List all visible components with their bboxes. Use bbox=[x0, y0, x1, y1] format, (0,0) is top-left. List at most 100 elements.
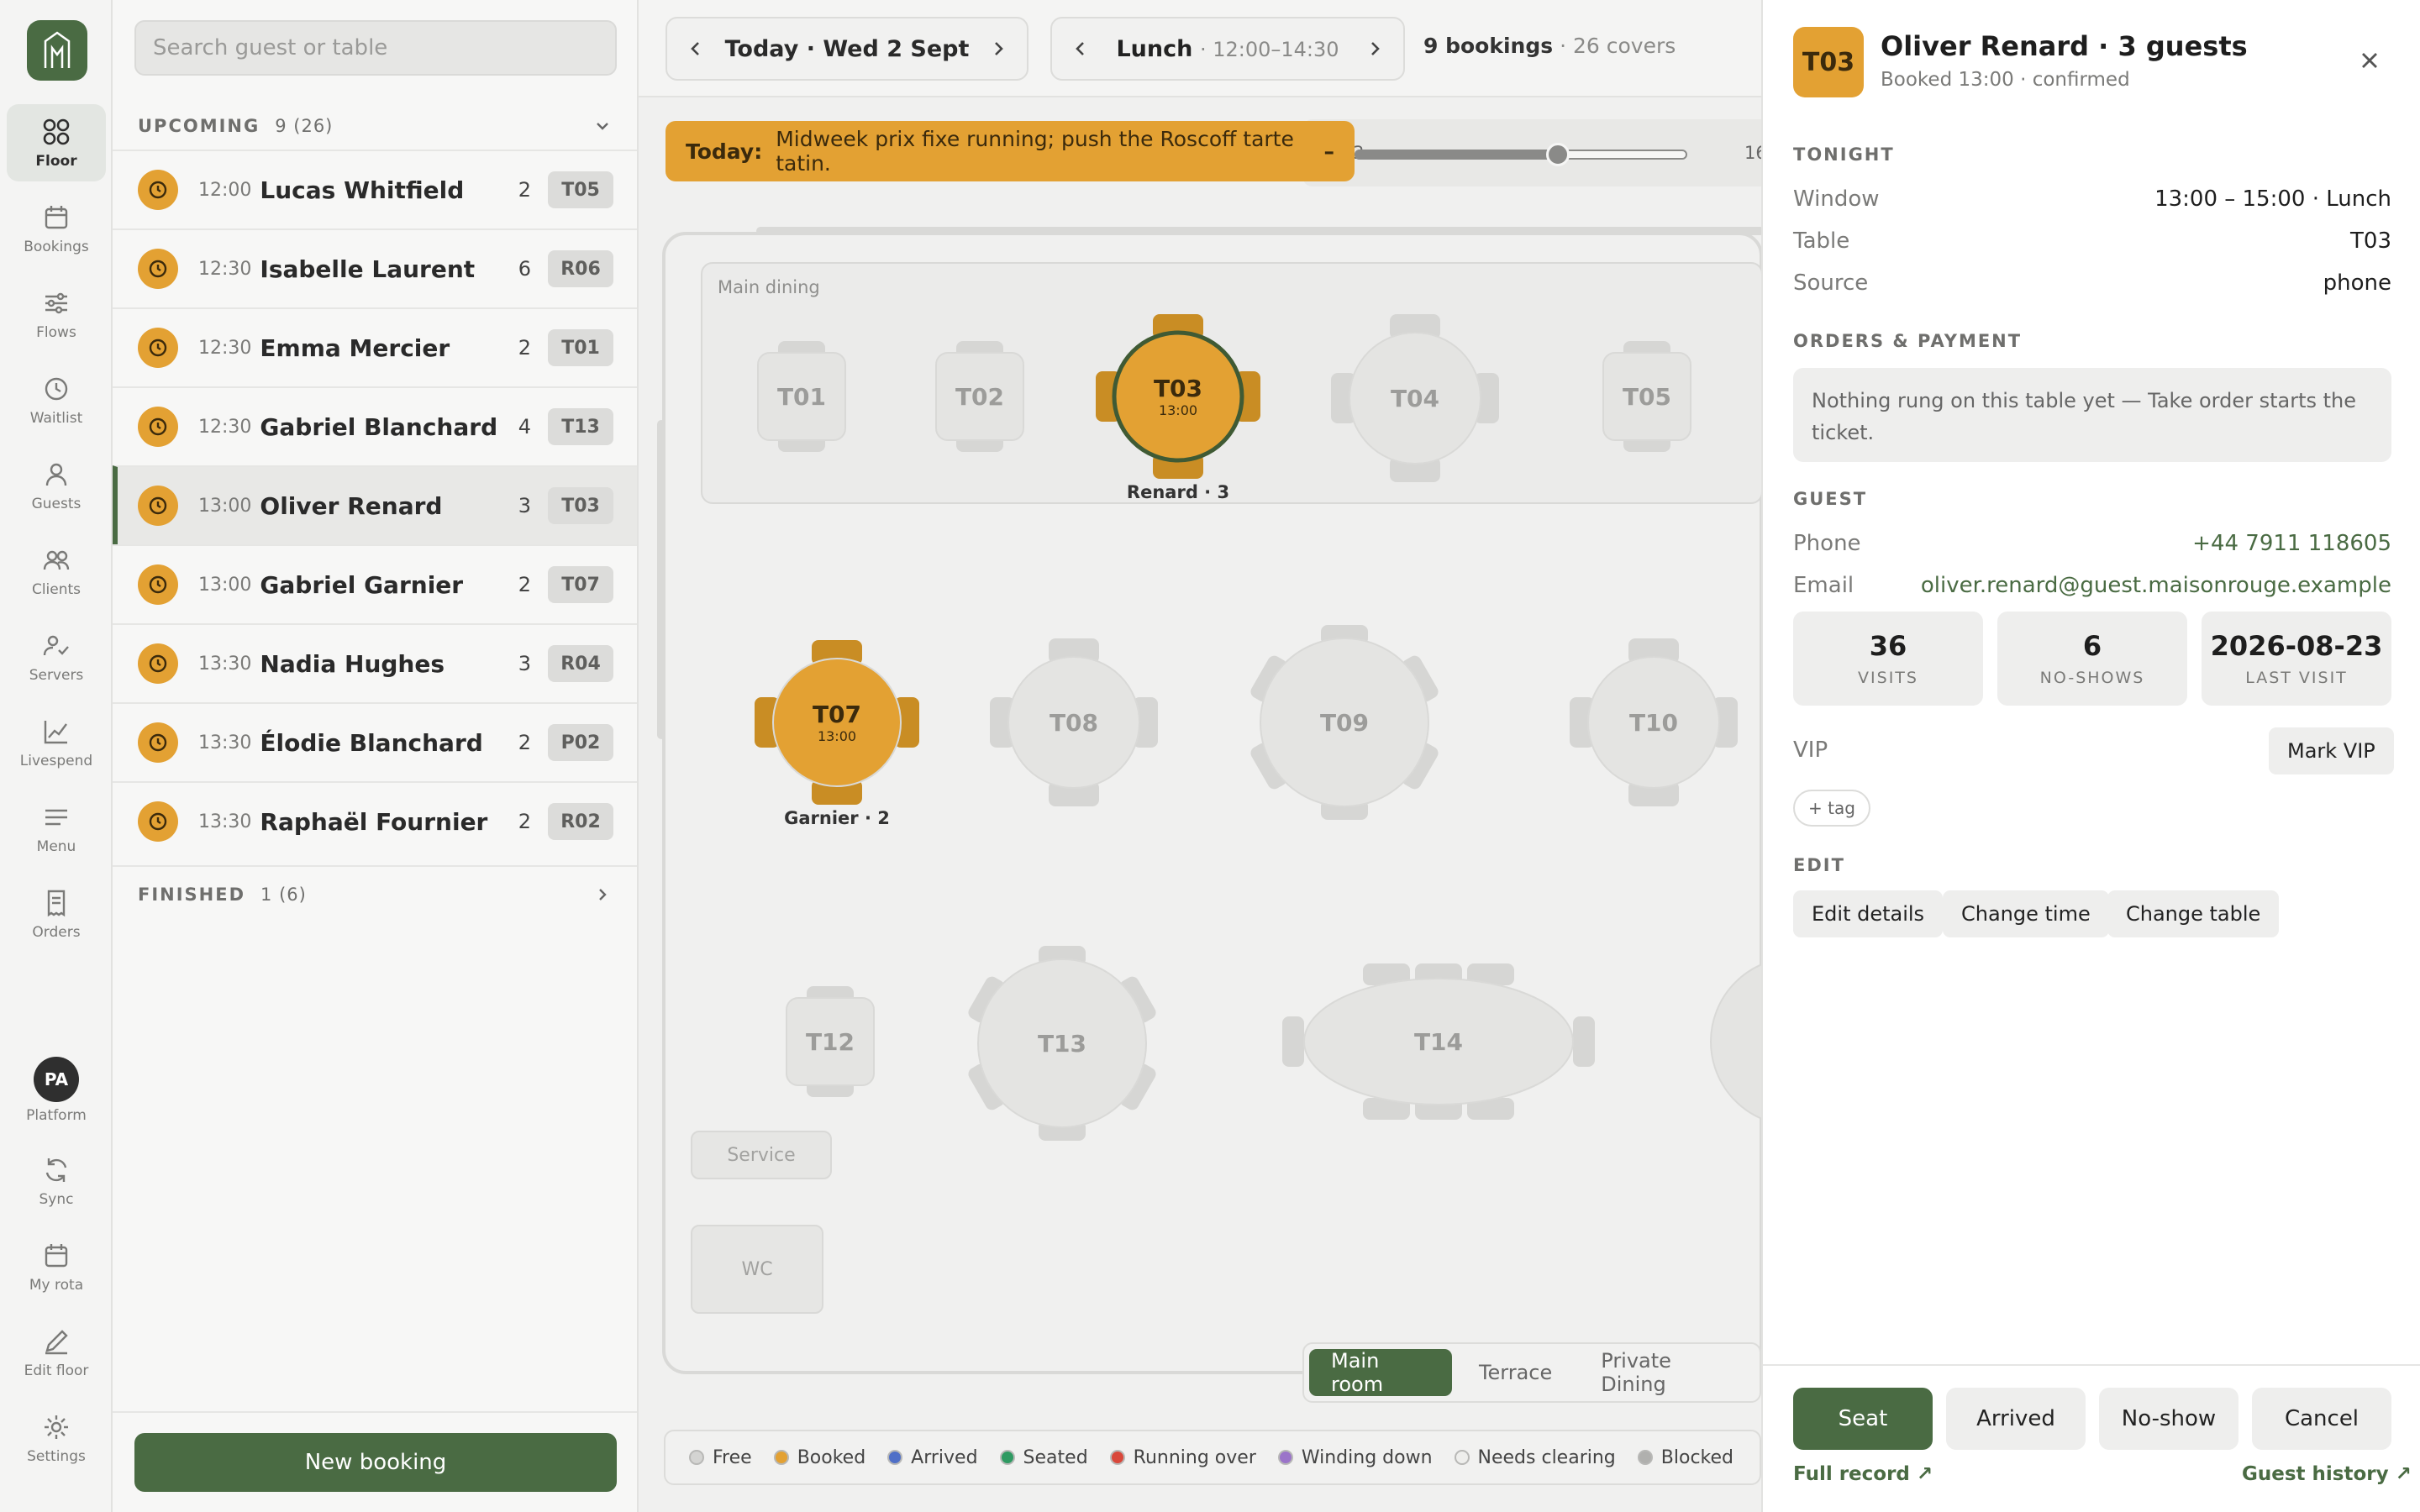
legend-dot bbox=[999, 1450, 1015, 1465]
receipt-icon bbox=[47, 890, 66, 917]
change-table-button[interactable]: Change table bbox=[2107, 890, 2280, 937]
legend-item: Seated bbox=[999, 1446, 1088, 1468]
booking-row[interactable]: 13:30 Élodie Blanchard 2 P02 bbox=[113, 702, 637, 781]
chair bbox=[1573, 1016, 1595, 1067]
booking-row[interactable]: 12:30 Isabelle Laurent 6 R06 bbox=[113, 228, 637, 307]
nav-label: Waitlist bbox=[29, 410, 83, 427]
vip-label: VIP bbox=[1793, 738, 1828, 763]
change-time-button[interactable]: Change time bbox=[1943, 890, 2109, 937]
nav-platform[interactable]: PA Platform bbox=[7, 1052, 106, 1129]
nav-livespend[interactable]: Livespend bbox=[7, 704, 106, 781]
chevron-down-icon bbox=[597, 123, 608, 130]
nav-clients[interactable]: Clients bbox=[7, 533, 106, 610]
stat-no-shows: 6 NO-SHOWS bbox=[1997, 612, 2187, 706]
close-icon[interactable] bbox=[2354, 45, 2385, 76]
cover-count: 2 bbox=[518, 573, 531, 596]
row-value: phone bbox=[2323, 270, 2391, 296]
floor-table-partial[interactable] bbox=[1710, 958, 1761, 1126]
table-chip: R04 bbox=[548, 645, 613, 682]
mark-vip-button[interactable]: Mark VIP bbox=[2269, 727, 2394, 774]
email-row: Email oliver.renard@guest.maisonrouge.ex… bbox=[1793, 573, 2391, 598]
legend-label: Running over bbox=[1133, 1446, 1256, 1468]
nav-servers[interactable]: Servers bbox=[7, 618, 106, 696]
grid-icon bbox=[43, 118, 70, 145]
upcoming-section-header[interactable]: UPCOMING 9 (26) bbox=[113, 97, 637, 155]
clock-icon bbox=[138, 170, 178, 210]
trend-icon bbox=[44, 721, 67, 744]
booking-row[interactable]: 12:30 Gabriel Blanchard 4 T13 bbox=[113, 386, 637, 465]
tab-main-room[interactable]: Main room bbox=[1309, 1349, 1452, 1396]
nav-menu[interactable]: Menu bbox=[7, 790, 106, 867]
table-caption: Garnier · 2 bbox=[784, 808, 890, 828]
logo-icon bbox=[44, 31, 71, 68]
nav-bookings[interactable]: Bookings bbox=[7, 190, 106, 267]
seat-button[interactable]: Seat bbox=[1793, 1388, 1933, 1450]
legend-dot bbox=[1277, 1450, 1293, 1465]
legend-label: Free bbox=[713, 1446, 752, 1468]
table-chip: R06 bbox=[548, 250, 613, 287]
user-icon bbox=[45, 463, 67, 486]
nav-flows[interactable]: Flows bbox=[7, 276, 106, 353]
table-label: T08 bbox=[1023, 689, 1124, 756]
chevron-right-icon bbox=[599, 889, 607, 900]
arrived-button[interactable]: Arrived bbox=[1946, 1388, 2086, 1450]
nav-guests[interactable]: Guests bbox=[7, 447, 106, 524]
new-booking-button[interactable]: New booking bbox=[134, 1433, 617, 1492]
table-id: T09 bbox=[1319, 708, 1370, 737]
tab-private-dining[interactable]: Private Dining bbox=[1579, 1349, 1754, 1396]
guest-name: Raphaël Fournier bbox=[260, 807, 488, 836]
legend-item: Free bbox=[689, 1447, 752, 1468]
booking-row[interactable]: 13:30 Nadia Hughes 3 R04 bbox=[113, 623, 637, 702]
nav-label: Orders bbox=[32, 924, 81, 941]
nav-label: Livespend bbox=[19, 753, 93, 769]
table-chip: T01 bbox=[548, 329, 613, 366]
no-show-button[interactable]: No-show bbox=[2099, 1388, 2238, 1450]
clock-icon bbox=[138, 486, 178, 526]
table-label: T02 bbox=[929, 363, 1030, 430]
nav-label: Sync bbox=[39, 1191, 74, 1208]
nav-waitlist[interactable]: Waitlist bbox=[7, 361, 106, 438]
booking-row[interactable]: 13:00 Oliver Renard 3 T03 bbox=[113, 465, 637, 544]
legend-item: Running over bbox=[1109, 1446, 1256, 1468]
nav-edit-floor[interactable]: Edit floor bbox=[7, 1314, 106, 1391]
legend-label: Blocked bbox=[1660, 1446, 1733, 1468]
search-input[interactable]: Search guest or table bbox=[134, 20, 617, 76]
guest-history-link[interactable]: Guest history ↗ bbox=[2242, 1463, 2412, 1485]
cover-count: 3 bbox=[518, 652, 531, 675]
table-chip: T13 bbox=[548, 408, 613, 445]
legend-label: Seated bbox=[1023, 1446, 1088, 1468]
cancel-button[interactable]: Cancel bbox=[2252, 1388, 2391, 1450]
legend-label: Winding down bbox=[1301, 1446, 1433, 1468]
table-badge: T03 bbox=[1793, 27, 1864, 97]
row-key: Email bbox=[1793, 573, 1854, 598]
nav-floor[interactable]: Floor bbox=[7, 104, 106, 181]
booking-row[interactable]: 13:00 Gabriel Garnier 2 T07 bbox=[113, 544, 637, 623]
table-id: T03 bbox=[1153, 375, 1203, 402]
legend-item: Winding down bbox=[1277, 1446, 1433, 1468]
clock-icon bbox=[138, 643, 178, 684]
add-tag-button[interactable]: + tag bbox=[1793, 790, 1870, 827]
booking-row[interactable]: 12:30 Emma Mercier 2 T01 bbox=[113, 307, 637, 386]
tab-terrace[interactable]: Terrace bbox=[1457, 1349, 1574, 1396]
full-record-link[interactable]: Full record ↗ bbox=[1793, 1463, 1933, 1485]
legend-dot bbox=[1637, 1450, 1653, 1465]
edit-details-button[interactable]: Edit details bbox=[1793, 890, 1944, 937]
legend-dot bbox=[887, 1450, 903, 1465]
nav-my-rota[interactable]: My rota bbox=[7, 1228, 106, 1305]
section-heading: ORDERS & PAYMENT bbox=[1793, 331, 2023, 351]
nav-sync[interactable]: Sync bbox=[7, 1142, 106, 1220]
booking-row[interactable]: 13:30 Raphaël Fournier 2 R02 bbox=[113, 781, 637, 860]
stat-value: 36 bbox=[1869, 630, 1907, 662]
legend-label: Arrived bbox=[911, 1446, 978, 1468]
nav-settings[interactable]: Settings bbox=[7, 1399, 106, 1477]
nav-label: Floor bbox=[35, 153, 77, 170]
app-logo[interactable] bbox=[27, 20, 87, 81]
finished-section-header[interactable]: FINISHED 1 (6) bbox=[113, 865, 637, 922]
phone-link[interactable]: +44 7911 118605 bbox=[2192, 531, 2391, 556]
phone-row: Phone +44 7911 118605 bbox=[1793, 531, 2391, 556]
sliders-icon bbox=[45, 292, 67, 314]
booking-row[interactable]: 12:00 Lucas Whitfield 2 T05 bbox=[113, 150, 637, 228]
clock-icon bbox=[45, 377, 68, 401]
nav-orders[interactable]: Orders bbox=[7, 875, 106, 953]
email-link[interactable]: oliver.renard@guest.maisonrouge.example bbox=[1921, 573, 2391, 598]
